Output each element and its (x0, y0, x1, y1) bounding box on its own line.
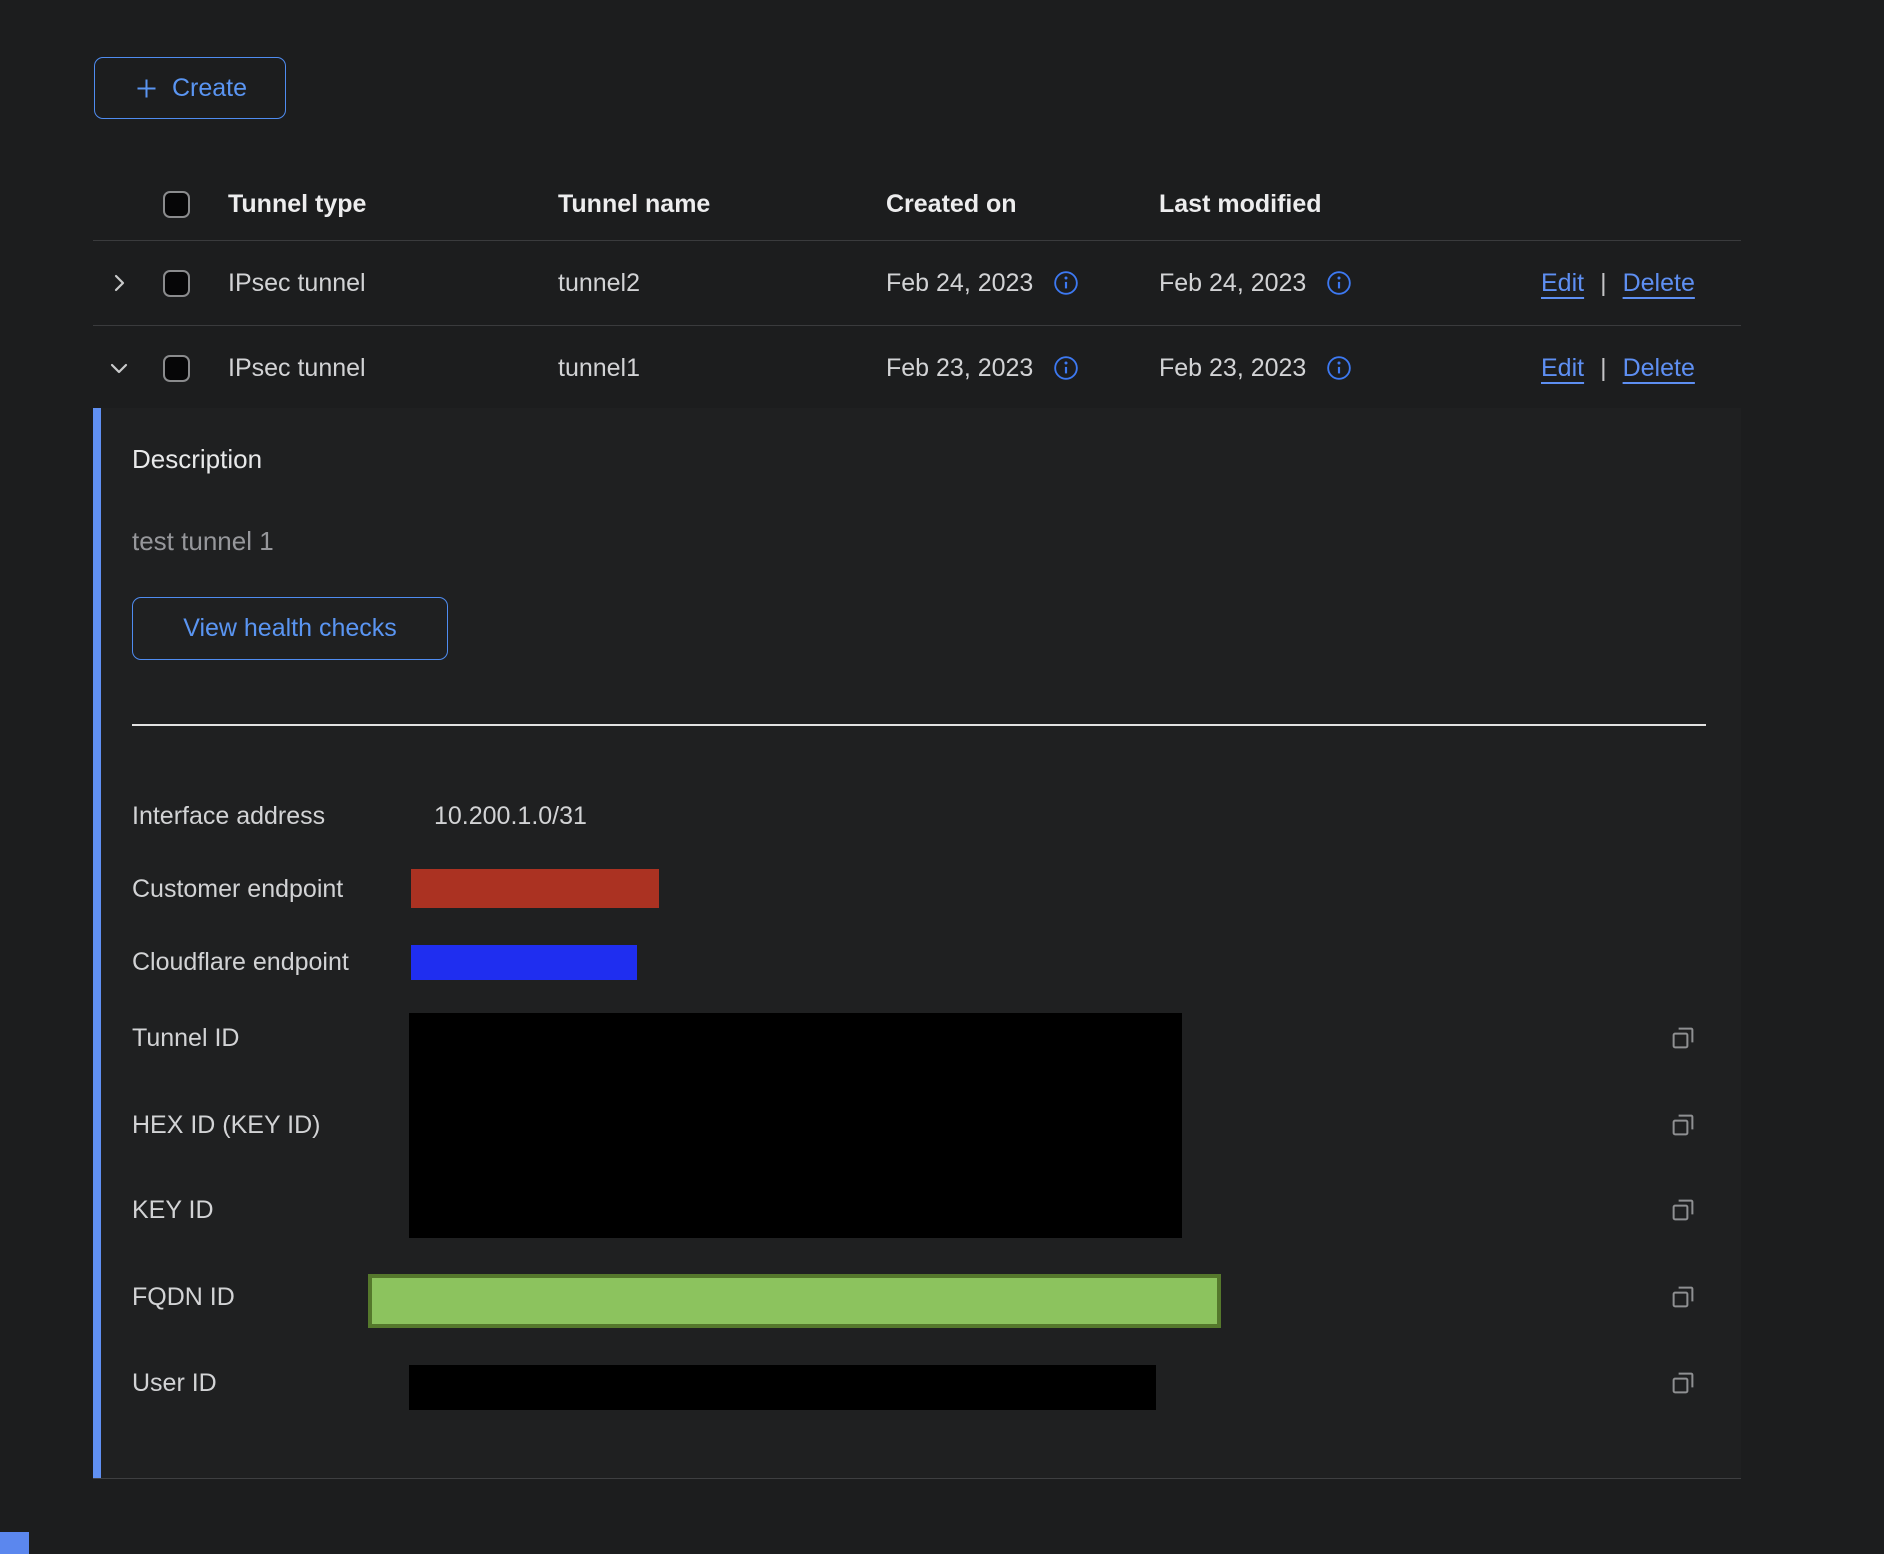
chevron-down-icon[interactable] (107, 356, 131, 380)
copy-icon (1668, 1110, 1698, 1140)
tunnel-name-cell: tunnel1 (558, 354, 886, 383)
redacted-user-id (409, 1365, 1156, 1410)
edit-link[interactable]: Edit (1541, 269, 1584, 298)
field-value-interface-address: 10.200.1.0/31 (434, 800, 587, 832)
delete-link[interactable]: Delete (1623, 354, 1695, 383)
field-label-customer-endpoint: Customer endpoint (132, 873, 343, 905)
table-row: IPsec tunnel tunnel2 Feb 24, 2023 Feb 24… (93, 240, 1741, 325)
redacted-cloudflare-endpoint (411, 945, 637, 980)
field-label-user-id: User ID (132, 1367, 217, 1399)
last-modified-cell: Feb 23, 2023 (1159, 354, 1541, 383)
select-all-checkbox[interactable] (163, 191, 190, 218)
section-divider (132, 724, 1706, 726)
created-on-cell: Feb 23, 2023 (886, 354, 1159, 383)
action-separator: | (1600, 269, 1607, 298)
copy-icon (1668, 1282, 1698, 1312)
copy-icon (1668, 1023, 1698, 1053)
plus-icon (133, 75, 160, 102)
select-all-cell (163, 191, 228, 218)
table-header-row: Tunnel type Tunnel name Created on Last … (93, 168, 1741, 240)
info-icon[interactable] (1326, 270, 1352, 296)
copy-tunnel-id-button[interactable] (1668, 1023, 1698, 1053)
create-button[interactable]: Create (94, 57, 286, 119)
redacted-customer-endpoint (411, 869, 659, 908)
column-header-created-on: Created on (886, 190, 1159, 219)
field-label-tunnel-id: Tunnel ID (132, 1022, 239, 1054)
field-label-cloudflare-endpoint: Cloudflare endpoint (132, 946, 349, 978)
expanded-row-indicator (93, 408, 101, 1478)
info-icon[interactable] (1053, 270, 1079, 296)
tunnel-name-cell: tunnel2 (558, 269, 886, 298)
tunnels-table: Tunnel type Tunnel name Created on Last … (93, 168, 1741, 410)
description-value: test tunnel 1 (132, 526, 274, 557)
edit-link[interactable]: Edit (1541, 354, 1584, 383)
corner-accent (0, 1532, 29, 1554)
info-icon[interactable] (1326, 355, 1352, 381)
info-icon[interactable] (1053, 355, 1079, 381)
copy-fqdn-id-button[interactable] (1668, 1282, 1698, 1312)
field-label-hex-id: HEX ID (KEY ID) (132, 1109, 320, 1141)
created-on-date: Feb 23, 2023 (886, 354, 1033, 383)
tunnel-type-cell: IPsec tunnel (228, 354, 558, 383)
last-modified-date: Feb 23, 2023 (1159, 354, 1306, 383)
last-modified-cell: Feb 24, 2023 (1159, 269, 1541, 298)
column-header-last-modified: Last modified (1159, 190, 1541, 219)
row-checkbox-cell (163, 355, 228, 382)
row-checkbox-cell (163, 270, 228, 297)
chevron-right-icon[interactable] (107, 271, 131, 295)
field-label-interface-address: Interface address (132, 800, 325, 832)
row-actions: Edit | Delete (1541, 354, 1741, 383)
copy-key-id-button[interactable] (1668, 1195, 1698, 1225)
column-header-tunnel-name: Tunnel name (558, 190, 886, 219)
row-checkbox[interactable] (163, 270, 190, 297)
field-label-fqdn-id: FQDN ID (132, 1281, 235, 1313)
field-label-key-id: KEY ID (132, 1194, 214, 1226)
last-modified-date: Feb 24, 2023 (1159, 269, 1306, 298)
copy-hex-id-button[interactable] (1668, 1110, 1698, 1140)
row-actions: Edit | Delete (1541, 269, 1741, 298)
created-on-date: Feb 24, 2023 (886, 269, 1033, 298)
row-checkbox[interactable] (163, 355, 190, 382)
copy-icon (1668, 1368, 1698, 1398)
tunnel-type-cell: IPsec tunnel (228, 269, 558, 298)
description-heading: Description (132, 444, 262, 475)
copy-user-id-button[interactable] (1668, 1368, 1698, 1398)
redacted-fqdn-id (368, 1274, 1221, 1328)
create-button-label: Create (172, 74, 247, 103)
copy-icon (1668, 1195, 1698, 1225)
created-on-cell: Feb 24, 2023 (886, 269, 1159, 298)
table-row: IPsec tunnel tunnel1 Feb 23, 2023 Feb 23… (93, 325, 1741, 410)
action-separator: | (1600, 354, 1607, 383)
tunnel-detail-panel: Description test tunnel 1 View health ch… (93, 408, 1741, 1479)
delete-link[interactable]: Delete (1623, 269, 1695, 298)
redacted-tunnel-hex-key-ids (409, 1013, 1182, 1238)
column-header-tunnel-type: Tunnel type (228, 190, 558, 219)
view-health-checks-button[interactable]: View health checks (132, 597, 448, 660)
